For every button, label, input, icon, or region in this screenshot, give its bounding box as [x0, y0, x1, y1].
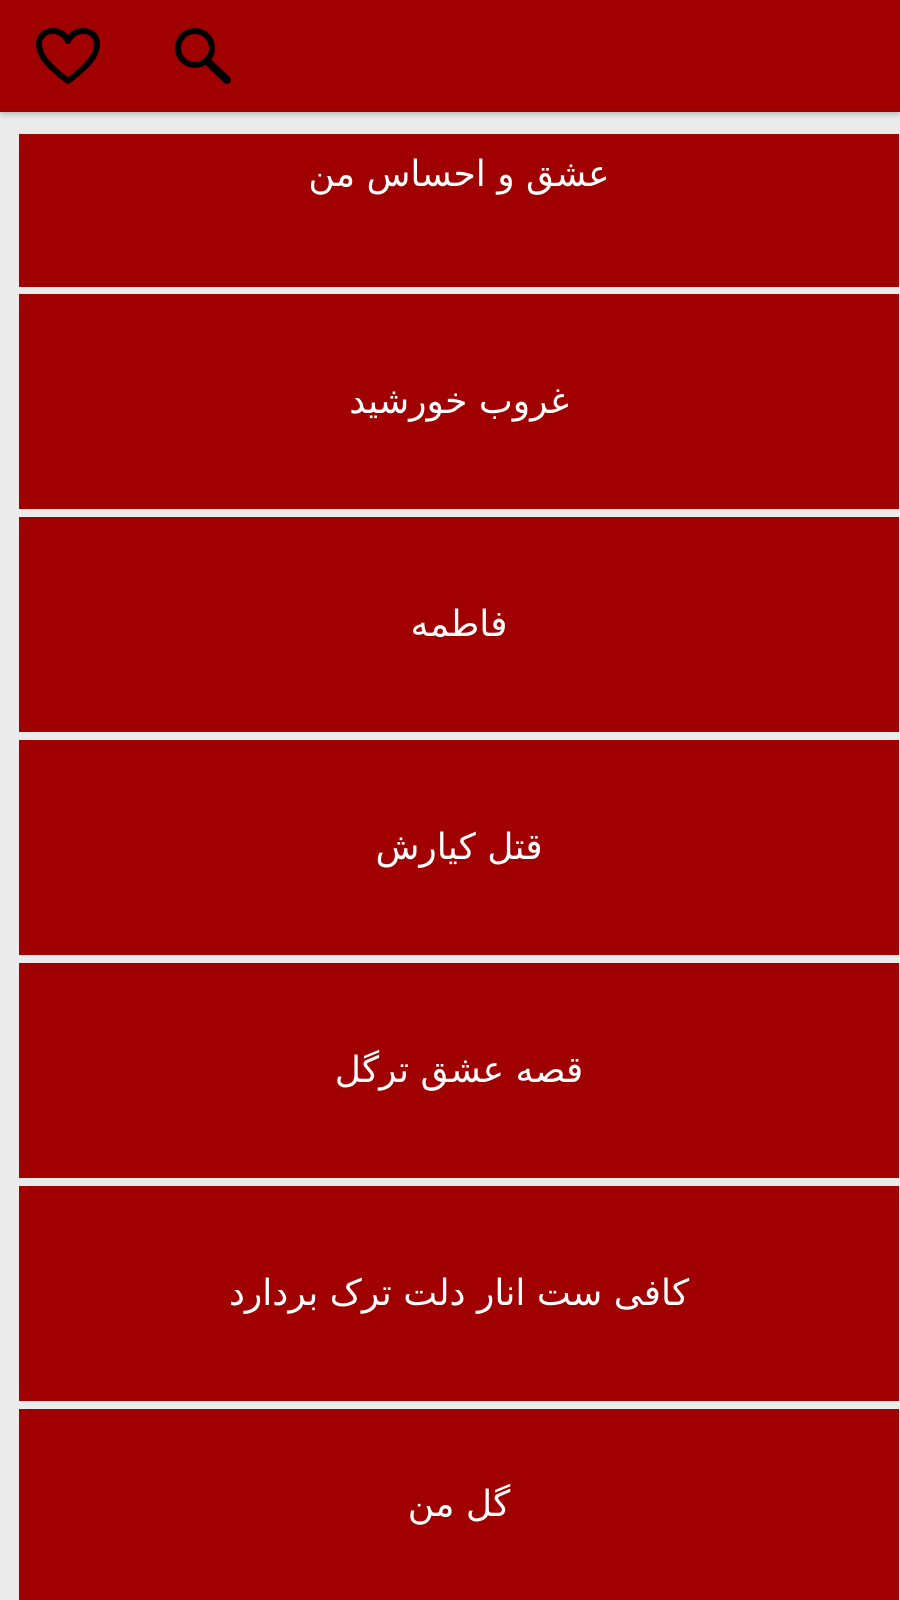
search-button[interactable] — [164, 18, 240, 94]
list-item[interactable]: فاطمه — [19, 517, 899, 732]
search-icon — [175, 28, 231, 84]
list-item[interactable]: قصه عشق ترگل — [19, 963, 899, 1178]
heart-outline-icon — [36, 28, 100, 84]
list-item-label: غروب خورشید — [349, 381, 569, 422]
list-item-label: عشق و احساس من — [308, 154, 610, 195]
list-item-label: قصه عشق ترگل — [334, 1050, 584, 1091]
list-item[interactable]: غروب خورشید — [19, 294, 899, 509]
list-item[interactable]: قتل کیارش — [19, 740, 899, 955]
list-item[interactable]: کافی ست انار دلت ترک بردارد — [19, 1186, 899, 1401]
list-item-label: کافی ست انار دلت ترک بردارد — [228, 1273, 690, 1314]
list-item[interactable]: عشق و احساس من — [19, 134, 899, 287]
list-item-label: قتل کیارش — [375, 827, 543, 868]
list-item-label: فاطمه — [410, 604, 508, 645]
app-bar — [0, 0, 900, 112]
list-item-label: گل من — [407, 1484, 511, 1525]
list-item[interactable]: گل من — [19, 1409, 899, 1600]
favorites-button[interactable] — [30, 18, 106, 94]
